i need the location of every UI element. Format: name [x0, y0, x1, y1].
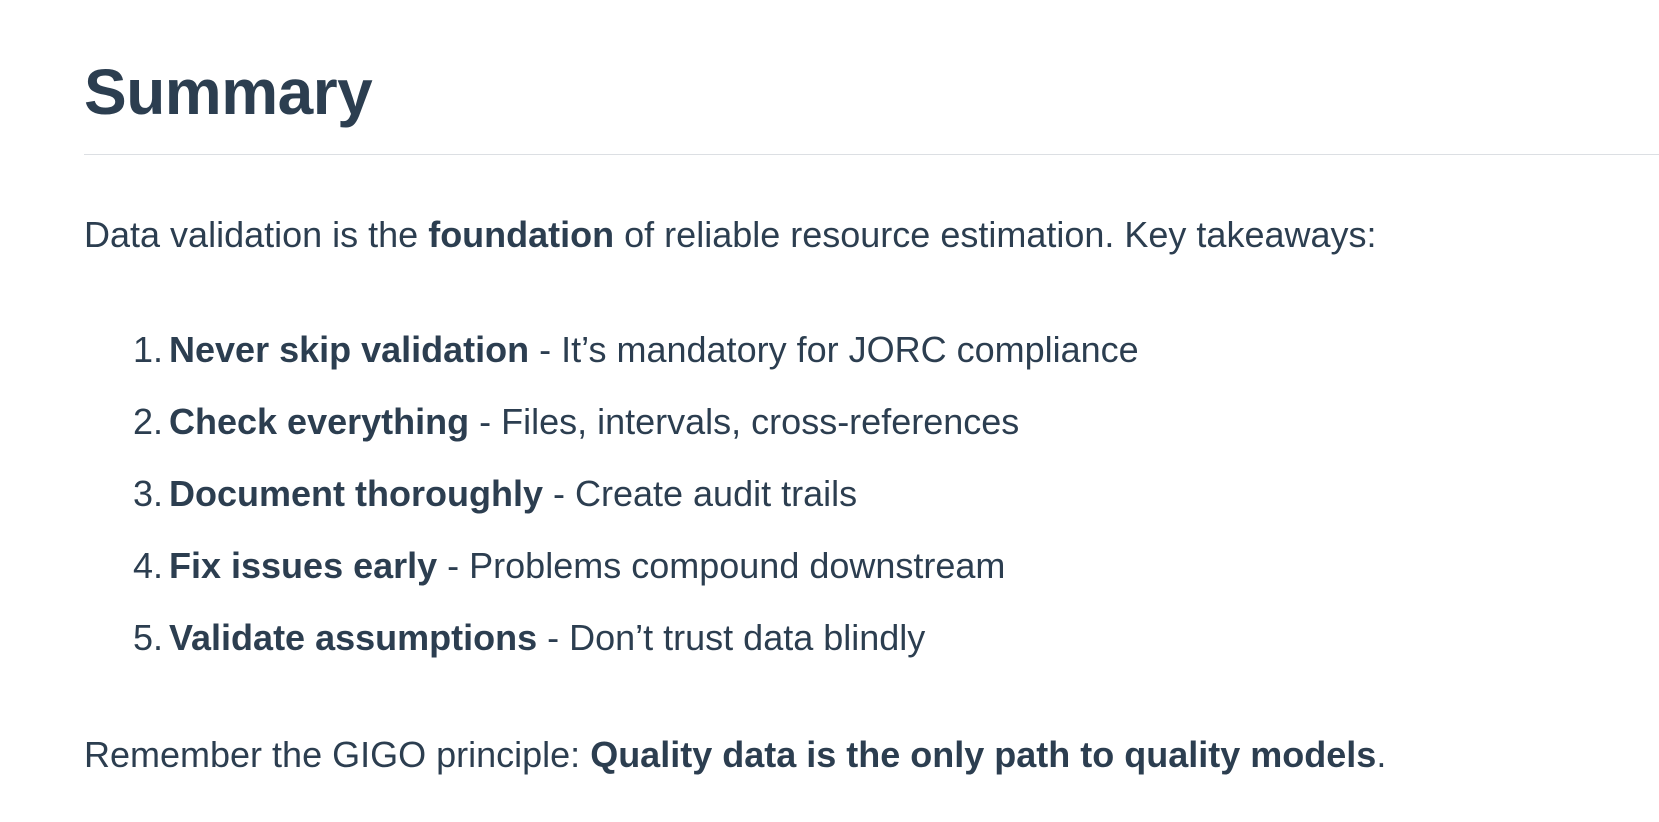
list-item-title: Check everything	[169, 401, 470, 442]
list-item-title: Validate assumptions	[169, 617, 538, 658]
list-item-title: Document thoroughly	[169, 473, 543, 514]
list-number: 5.	[132, 617, 163, 658]
list-item: 3. Document thoroughly - Create audit tra…	[84, 467, 1139, 539]
list-number: 2.	[132, 401, 163, 442]
list-item: 5. Validate assumptions - Don’t trust dat…	[84, 611, 1139, 683]
outro-suffix: .	[1376, 734, 1387, 775]
intro-suffix: of reliable resource estimation. Key tak…	[614, 214, 1377, 255]
outro-paragraph: Remember the GIGO principle: Quality dat…	[84, 728, 1386, 782]
list-item-text: - It’s mandatory for JORC compliance	[529, 329, 1139, 370]
list-item-text: - Problems compound downstream	[437, 545, 1006, 586]
list-item-text: - Files, intervals, cross-references	[469, 401, 1020, 442]
list-item-text: - Create audit trails	[542, 473, 858, 514]
list-item-title: Never skip validation	[169, 329, 530, 370]
page-title: Summary	[84, 56, 373, 128]
list-item-title: Fix issues early	[169, 545, 438, 586]
outro-emphasis: Quality data is the only path to quality…	[590, 734, 1377, 775]
intro-prefix: Data validation is the	[84, 214, 429, 255]
list-item-text: - Don’t trust data blindly	[537, 617, 926, 658]
title-divider	[84, 154, 1659, 155]
intro-emphasis: foundation	[428, 214, 615, 255]
list-item: 2. Check everything - Files, intervals, c…	[84, 395, 1139, 467]
list-item: 4. Fix issues early - Problems compound d…	[84, 539, 1139, 611]
outro-prefix: Remember the GIGO principle:	[84, 734, 591, 775]
intro-paragraph: Data validation is the foundation of rel…	[84, 208, 1377, 262]
list-item: 1. Never skip validation - It’s mandatory…	[84, 323, 1139, 395]
list-number: 1.	[132, 329, 163, 370]
takeaways-list: 1. Never skip validation - It’s mandatory…	[84, 323, 1139, 683]
list-number: 3.	[132, 473, 163, 514]
list-number: 4.	[132, 545, 163, 586]
